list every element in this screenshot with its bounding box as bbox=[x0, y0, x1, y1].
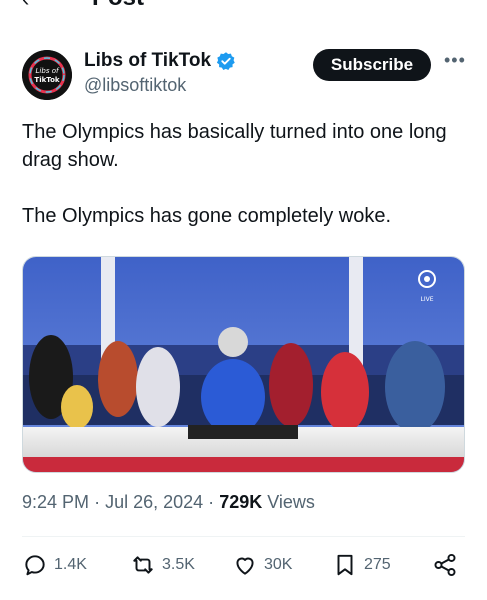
bookmark-button[interactable]: 275 bbox=[332, 552, 391, 578]
top-bar: ‹ Post bbox=[0, 0, 487, 12]
avatar-logo-icon: Libs of TikTok bbox=[22, 50, 72, 100]
divider bbox=[22, 536, 465, 537]
display-name[interactable]: Libs of TikTok bbox=[84, 50, 211, 72]
back-arrow-icon[interactable]: ‹ bbox=[22, 0, 29, 12]
views-count: 729K bbox=[219, 492, 263, 512]
post-meta: 9:24 PM · Jul 26, 2024 · 729K Views bbox=[22, 492, 315, 513]
tweet-paragraph-2: The Olympics has gone completely woke. bbox=[22, 205, 392, 227]
like-count: 30K bbox=[264, 556, 293, 573]
avatar-text-2: TikTok bbox=[34, 76, 59, 84]
repost-icon bbox=[133, 556, 153, 574]
avatar[interactable]: Libs of TikTok bbox=[22, 50, 72, 100]
bookmark-count: 275 bbox=[364, 556, 391, 573]
author-block[interactable]: Libs of TikTok @libsoftiktok bbox=[84, 50, 236, 96]
meta-separator: · bbox=[94, 492, 101, 512]
avatar-text-1: Libs of bbox=[36, 67, 60, 75]
share-icon bbox=[434, 553, 456, 577]
subscribe-button[interactable]: Subscribe bbox=[313, 49, 431, 81]
share-button[interactable] bbox=[432, 552, 458, 578]
verified-badge-icon bbox=[216, 52, 235, 70]
action-bar: 1.4K 3.5K 30K 275 bbox=[22, 552, 467, 588]
more-options-icon[interactable]: ••• bbox=[444, 50, 466, 71]
reply-icon bbox=[25, 555, 45, 576]
page-title: Post bbox=[92, 0, 144, 12]
tweet-text: The Olympics has basically turned into o… bbox=[22, 118, 467, 230]
like-button[interactable]: 30K bbox=[232, 552, 292, 578]
post-date[interactable]: Jul 26, 2024 bbox=[105, 492, 203, 512]
views-label: Views bbox=[267, 492, 315, 512]
bookmark-icon bbox=[337, 554, 353, 576]
meta-separator: · bbox=[208, 492, 215, 512]
heart-icon bbox=[236, 557, 254, 575]
repost-count: 3.5K bbox=[162, 556, 195, 573]
handle[interactable]: @libsoftiktok bbox=[84, 75, 236, 96]
reply-count: 1.4K bbox=[54, 556, 87, 573]
reply-button[interactable]: 1.4K bbox=[22, 552, 87, 578]
post-header: Libs of TikTok Libs of TikTok @libsoftik… bbox=[22, 46, 467, 102]
media-image[interactable]: LIVE bbox=[22, 256, 465, 473]
media-watermark: LIVE bbox=[420, 296, 433, 303]
post-time[interactable]: 9:24 PM bbox=[22, 492, 89, 512]
repost-button[interactable]: 3.5K bbox=[130, 552, 195, 578]
tweet-paragraph-1: The Olympics has basically turned into o… bbox=[22, 121, 447, 171]
